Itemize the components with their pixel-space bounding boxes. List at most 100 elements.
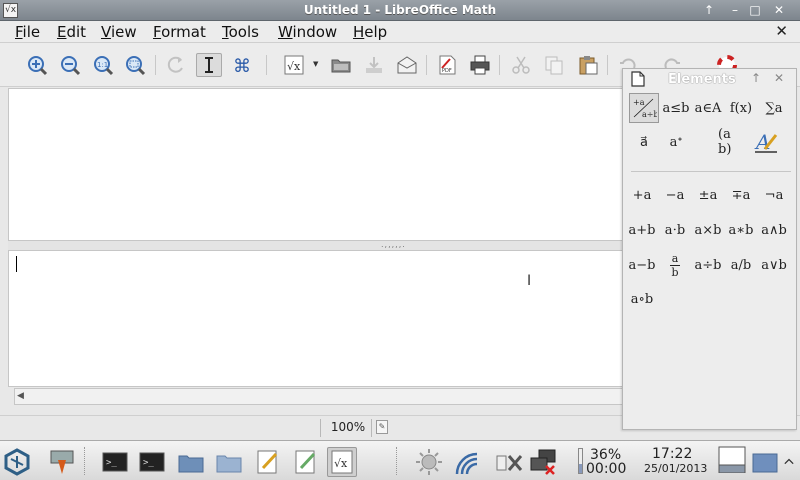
category-unary-binary-operators[interactable]: +a a÷b: [629, 93, 659, 123]
svg-text:√x: √x: [334, 457, 348, 470]
category-attributes[interactable]: a⃗: [629, 127, 659, 157]
element-boolean-not[interactable]: ¬a: [759, 183, 789, 207]
element-subtraction[interactable]: a−b: [627, 253, 657, 277]
elements-divider: [631, 171, 791, 172]
splitter-grip[interactable]: .,,,,,.: [381, 240, 406, 249]
insert-formula-dropdown-icon[interactable]: ▼: [313, 60, 320, 68]
svg-text:>_: >_: [143, 458, 154, 468]
zoom-level[interactable]: 100%: [326, 420, 370, 434]
menu-tools[interactable]: Tools: [222, 23, 259, 41]
open-icon[interactable]: [328, 53, 354, 77]
element-negative[interactable]: −a: [660, 183, 690, 207]
wireless-icon[interactable]: [452, 447, 482, 477]
brightness-icon[interactable]: [414, 447, 444, 477]
menu-file[interactable]: File: [15, 23, 40, 41]
zoom-out-icon[interactable]: [57, 53, 83, 77]
element-minus-plus[interactable]: ∓a: [726, 183, 756, 207]
math-taskbar-icon[interactable]: √x: [327, 447, 357, 477]
category-functions[interactable]: f(x): [726, 93, 756, 123]
text-caret: [16, 256, 17, 272]
insert-formula-icon[interactable]: √x: [281, 53, 307, 77]
cut-icon[interactable]: [508, 53, 534, 77]
show-all-icon[interactable]: [122, 53, 148, 77]
symbols-icon[interactable]: ⌘: [229, 53, 255, 77]
digital-signature-icon[interactable]: ✎: [376, 420, 388, 434]
formula-command-editor[interactable]: I: [8, 250, 623, 387]
fraction-denominator: b: [671, 265, 679, 279]
zoom-in-icon[interactable]: [24, 53, 50, 77]
root-terminal-icon[interactable]: >_: [137, 447, 167, 477]
libreoffice-math-window: √x Untitled 1 - LibreOffice Math ↑ – □ ✕…: [0, 0, 800, 480]
element-multiplication-star[interactable]: a∗b: [726, 218, 756, 242]
show-desktop-icon[interactable]: [717, 444, 747, 474]
clock-time: 17:22: [652, 446, 693, 462]
category-relations[interactable]: a≤b: [661, 93, 691, 123]
text-editor-icon[interactable]: [253, 447, 283, 477]
elements-panel: Elements ↑ ✕ +a a÷b a≤b a∈A f(x) ∑a a⃗ aᐩ…: [622, 68, 797, 430]
svg-text:+a: +a: [633, 98, 645, 107]
category-formats[interactable]: (a b): [718, 127, 748, 157]
svg-text:a÷b: a÷b: [642, 110, 657, 119]
export-pdf-icon[interactable]: PDF: [434, 53, 460, 77]
horizontal-scrollbar[interactable]: ◀: [14, 388, 623, 405]
terminal-icon[interactable]: >_: [100, 447, 130, 477]
maximize-button[interactable]: □: [746, 3, 764, 18]
save-icon[interactable]: [361, 53, 387, 77]
print-icon[interactable]: [467, 53, 493, 77]
element-boolean-and[interactable]: a∧b: [759, 218, 789, 242]
battery-time-left: 00:00: [586, 461, 627, 477]
svg-text:>_: >_: [106, 458, 117, 468]
category-operators[interactable]: ∑a: [759, 93, 789, 123]
close-window-button[interactable]: ✕: [770, 3, 788, 18]
category-others[interactable]: A: [751, 127, 781, 157]
element-addition[interactable]: a+b: [627, 218, 657, 242]
elements-panel-title: Elements: [668, 72, 736, 87]
title-bar: √x Untitled 1 - LibreOffice Math ↑ – □ ✕: [0, 0, 800, 21]
view-splitter[interactable]: .,,,,,.: [8, 240, 623, 250]
menu-view[interactable]: View: [101, 23, 137, 41]
writer-icon[interactable]: [291, 447, 321, 477]
workspace-icon[interactable]: [750, 447, 780, 477]
email-icon[interactable]: [394, 53, 420, 77]
clock-date: 25/01/2013: [644, 462, 708, 475]
element-multiplication-dot[interactable]: a⋅b: [660, 218, 690, 242]
element-multiplication-x[interactable]: a×b: [693, 218, 723, 242]
formula-preview-area[interactable]: [8, 88, 623, 241]
minimize-button[interactable]: –: [726, 3, 744, 18]
tools-icon[interactable]: [494, 447, 524, 477]
update-icon[interactable]: [163, 53, 189, 77]
element-boolean-or[interactable]: a∨b: [759, 253, 789, 277]
mouse-ibeam-cursor-icon: I: [527, 273, 532, 289]
element-fraction[interactable]: ab: [660, 253, 690, 279]
panel-close-icon[interactable]: ✕: [774, 71, 784, 85]
zoom-100-icon[interactable]: 1:1: [90, 53, 116, 77]
element-division[interactable]: a÷b: [693, 253, 723, 277]
network-disconnected-icon[interactable]: [528, 447, 558, 477]
start-menu-icon[interactable]: [2, 447, 32, 477]
element-plus-minus[interactable]: ±a: [693, 183, 723, 207]
scroll-left-icon[interactable]: ◀: [17, 391, 24, 401]
menu-window[interactable]: Window: [278, 23, 337, 41]
category-set-operations[interactable]: a∈A: [693, 93, 723, 123]
menu-format[interactable]: Format: [153, 23, 206, 41]
taskbar: >_ >_ √x 36% 00:00 17:22 25/01/2013: [0, 440, 800, 480]
category-brackets[interactable]: aᐩ: [661, 127, 691, 157]
element-slash-division[interactable]: a/b: [726, 253, 756, 277]
panel-document-icon: [631, 71, 645, 87]
window-title: Untitled 1 - LibreOffice Math: [303, 3, 497, 17]
svg-text:√x: √x: [287, 60, 301, 73]
menu-edit[interactable]: Edit: [57, 23, 86, 41]
close-document-button[interactable]: ✕: [775, 22, 788, 40]
file-manager-icon[interactable]: [214, 447, 244, 477]
paste-icon[interactable]: [575, 53, 601, 77]
copy-icon[interactable]: [541, 53, 567, 77]
element-positive[interactable]: +a: [627, 183, 657, 207]
element-concatenate[interactable]: a∘b: [627, 287, 657, 311]
keep-above-button[interactable]: ↑: [700, 3, 718, 18]
menu-help[interactable]: Help: [353, 23, 387, 41]
system-tools-icon[interactable]: [47, 447, 77, 477]
panel-undock-icon[interactable]: ↑: [751, 71, 761, 85]
formula-cursor-icon[interactable]: [196, 53, 222, 77]
home-folder-icon[interactable]: [176, 447, 206, 477]
taskbar-menu-arrow-icon[interactable]: [780, 447, 798, 477]
